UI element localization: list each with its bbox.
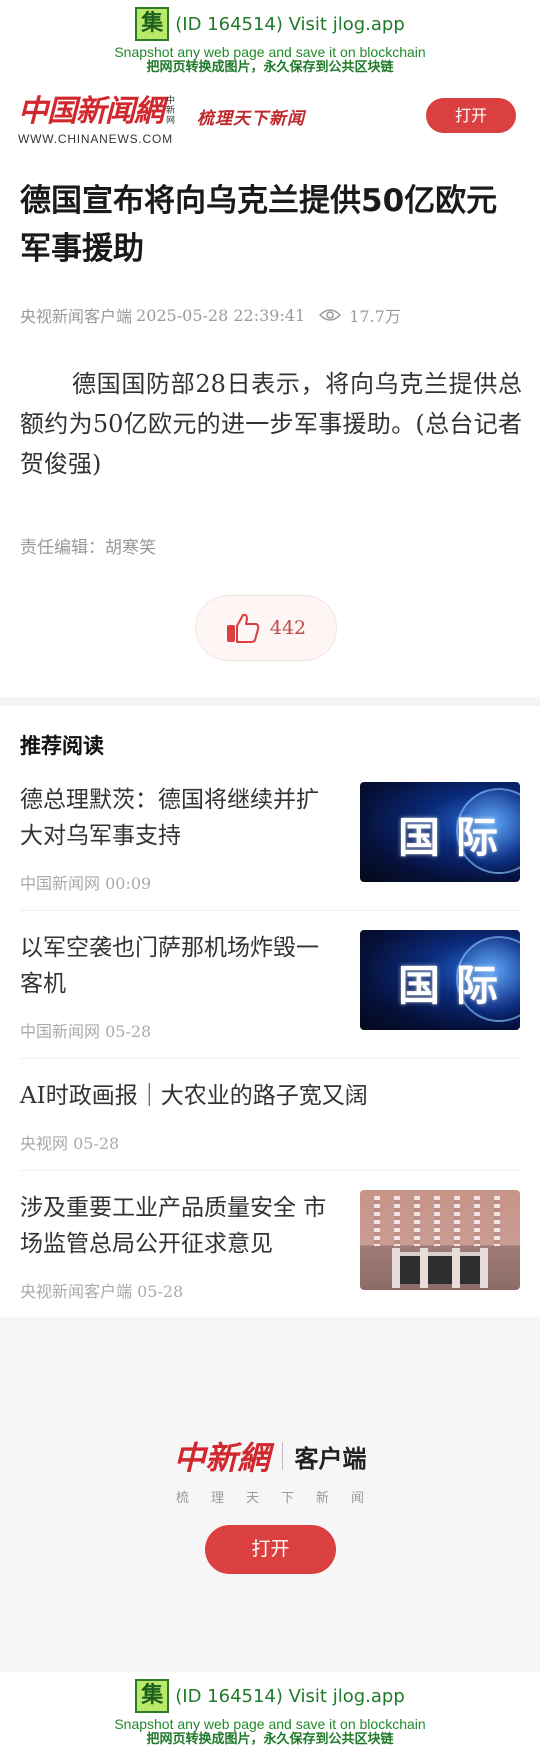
jlog-title-row: 集 (ID 164514) Visit jlog.app <box>0 1672 540 1716</box>
news-item[interactable]: 德总理默茨：德国将继续并扩大对乌军事支持 中国新闻网 00:09 国际 <box>20 782 520 893</box>
article-title: 德国宣布将向乌克兰提供50亿欧元军事援助 <box>20 183 498 267</box>
promo-logo-separator <box>281 1442 283 1470</box>
jlog-title[interactable]: (ID 164514) Visit jlog.app <box>175 14 405 35</box>
jlog-line-en: Snapshot any web page and save it on blo… <box>114 1716 426 1732</box>
article-editor: 责任编辑：胡寒笑 <box>20 538 156 558</box>
thumb-international: 国际 <box>360 930 520 1030</box>
logo-url: WWW.CHINANEWS.COM <box>18 132 173 146</box>
promo-logo-text: 中新網 <box>173 1439 270 1477</box>
section-divider <box>0 697 540 706</box>
article-datetime: 2025-05-28 22:39:41 <box>136 305 306 325</box>
logo-small-text: 中新网 <box>166 96 176 126</box>
jlog-line-cn: 把网页转换成图片，永久保存到公共区块链 <box>146 1732 394 1747</box>
thumb-text: 国际 <box>398 813 515 862</box>
jlog-badge-icon: 集 <box>135 7 170 41</box>
news-meta: 央视新闻客户端 05-28 <box>20 1282 184 1301</box>
news-title[interactable]: 德总理默茨：德国将继续并扩大对乌军事支持 <box>20 782 335 854</box>
news-item[interactable]: AI时政画报｜大农业的路子宽又阔 央视网 05-28 <box>20 1078 520 1158</box>
news-thumbnail[interactable]: 国际 <box>360 930 520 1030</box>
news-divider <box>20 1058 520 1059</box>
slogan: 梳理天下新闻 <box>197 109 305 129</box>
promo-open-button[interactable]: 打开 <box>205 1525 336 1574</box>
recommend-heading: 推荐阅读 <box>20 734 104 758</box>
jlog-title-row: 集 (ID 164514) Visit jlog.app <box>0 0 540 44</box>
site-header: 中国新闻網 中新网 WWW.CHINANEWS.COM 梳理天下新闻 打开 <box>0 90 540 152</box>
jlog-line-cn: 把网页转换成图片，永久保存到公共区块链 <box>146 60 394 75</box>
thumb-text: 国际 <box>398 961 515 1010</box>
app-promo: 中新網 客户端 梳理天下新闻 打开 <box>0 1317 540 1672</box>
news-title[interactable]: 以军空袭也门萨那机场炸毁一客机 <box>20 930 335 1002</box>
news-divider <box>20 1170 520 1171</box>
news-meta: 中国新闻网 05-28 <box>20 1022 152 1041</box>
building-door <box>398 1252 482 1284</box>
news-meta: 央视网 05-28 <box>20 1134 120 1153</box>
open-app-button[interactable]: 打开 <box>426 98 516 133</box>
jlog-badge-icon: 集 <box>135 1679 170 1713</box>
logo-text: 中国新闻網 <box>18 94 164 129</box>
thumb-building <box>360 1190 520 1290</box>
eye-icon <box>319 309 342 321</box>
jlog-title[interactable]: (ID 164514) Visit jlog.app <box>175 1686 405 1707</box>
article-meta: 央视新闻客户端 2025-05-28 22:39:41 17.7万 <box>20 303 401 327</box>
promo-slogan: 梳理天下新闻 <box>175 1491 386 1506</box>
article-source: 央视新闻客户端 <box>20 307 133 326</box>
news-item[interactable]: 涉及重要工业产品质量安全 市场监管总局公开征求意见 央视新闻客户端 05-28 <box>20 1190 520 1301</box>
promo-app-label: 客户端 <box>294 1444 367 1473</box>
news-divider <box>20 910 520 911</box>
jlog-banner-top[interactable]: 集 (ID 164514) Visit jlog.app Snapshot an… <box>0 0 540 82</box>
news-title[interactable]: AI时政画报｜大农业的路子宽又阔 <box>20 1078 520 1114</box>
like-button[interactable]: 442 <box>195 595 337 661</box>
jlog-line-en: Snapshot any web page and save it on blo… <box>114 44 426 60</box>
news-thumbnail[interactable] <box>360 1190 520 1290</box>
chinanews-logo[interactable]: 中国新闻網 中新网 WWW.CHINANEWS.COM <box>18 96 180 150</box>
news-item[interactable]: 以军空袭也门萨那机场炸毁一客机 中国新闻网 05-28 国际 <box>20 930 520 1041</box>
promo-logo: 中新網 客户端 <box>0 1433 540 1479</box>
news-title[interactable]: 涉及重要工业产品质量安全 市场监管总局公开征求意见 <box>20 1190 335 1262</box>
like-count: 442 <box>269 617 307 639</box>
news-thumbnail[interactable]: 国际 <box>360 782 520 882</box>
thumbs-up-icon <box>226 613 260 643</box>
news-meta: 中国新闻网 00:09 <box>20 874 152 893</box>
article-body: 德国国防部28日表示，将向乌克兰提供总额约为50亿欧元的进一步军事援助。(总台记… <box>20 370 522 478</box>
thumb-international: 国际 <box>360 782 520 882</box>
jlog-banner-bottom[interactable]: 集 (ID 164514) Visit jlog.app Snapshot an… <box>0 1672 540 1755</box>
article-views: 17.7万 <box>349 307 401 326</box>
